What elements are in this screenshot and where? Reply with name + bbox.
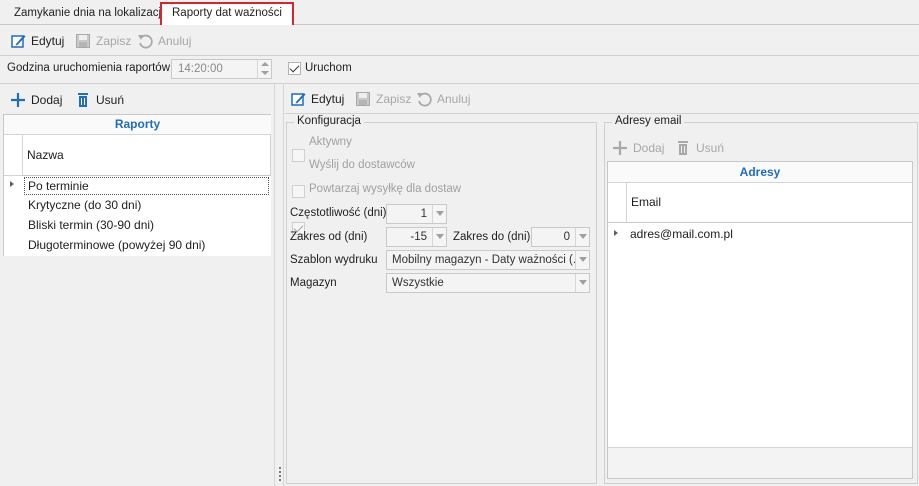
trash-icon	[675, 140, 691, 156]
warehouse-select[interactable]: Wszystkie	[386, 273, 590, 293]
active-label: Aktywny	[309, 136, 352, 148]
template-select[interactable]: Mobilny magazyn - Daty ważności (...	[386, 250, 590, 270]
report-name: Krytyczne (do 30 dni)	[28, 198, 142, 212]
undo-icon	[416, 91, 432, 107]
plus-icon	[612, 140, 628, 156]
report-name: Bliski termin (30-90 dni)	[28, 218, 155, 232]
range-from-value: -15	[410, 231, 427, 243]
frequency-value: 1	[420, 208, 427, 220]
panel-splitter[interactable]	[274, 84, 284, 486]
addresses-grid-title: Adresy	[608, 162, 912, 183]
tab-expiry-reports[interactable]: Raporty dat ważności	[160, 2, 294, 25]
add-email-button[interactable]: Dodaj	[612, 138, 664, 158]
range-to-value: 0	[563, 231, 570, 243]
reports-list: Po terminie Krytyczne (do 30 dni) Bliski…	[3, 176, 271, 256]
edit-button[interactable]: Edytuj	[10, 31, 64, 51]
schedule-time-value: 14:20:00	[178, 63, 223, 75]
add-report-button[interactable]: Dodaj	[10, 90, 62, 110]
edit-config-button[interactable]: Edytuj	[290, 89, 344, 109]
report-name: Po terminie	[24, 177, 269, 195]
save-icon	[75, 33, 91, 49]
range-from-input[interactable]: -15	[386, 227, 447, 247]
template-value: Mobilny magazyn - Daty ważności (...	[392, 254, 583, 266]
cancel-button[interactable]: Anuluj	[137, 31, 191, 51]
tab-day-closing[interactable]: Zamykanie dnia na lokalizacji	[4, 2, 174, 25]
splitter-grip-icon	[279, 467, 281, 481]
email-column-header[interactable]: Email	[627, 183, 912, 223]
table-row[interactable]: Krytyczne (do 30 dni)	[3, 196, 271, 216]
cancel-config-button[interactable]: Anuluj	[416, 89, 470, 109]
remove-report-button[interactable]: Usuń	[75, 90, 124, 110]
save-button[interactable]: Zapisz	[75, 31, 131, 51]
warehouse-label: Magazyn	[290, 277, 337, 289]
edit-label: Edytuj	[311, 92, 345, 106]
undo-icon	[137, 33, 153, 49]
row-indicator-header	[608, 183, 627, 223]
active-checkbox[interactable]	[292, 149, 305, 162]
edit-icon	[290, 91, 306, 107]
cancel-label: Anuluj	[437, 92, 471, 106]
table-row[interactable]: Długoterminowe (powyżej 90 dni)	[3, 236, 271, 256]
range-to-input[interactable]: 0	[531, 227, 590, 247]
frequency-label: Częstotliwość (dni)	[290, 207, 387, 219]
addresses-grid: Adresy Email adres@mail.com.pl	[607, 161, 913, 479]
warehouse-value: Wszystkie	[392, 277, 444, 289]
chevron-down-icon[interactable]	[575, 228, 589, 246]
chevron-down-icon[interactable]	[575, 274, 589, 292]
divider	[0, 55, 919, 56]
edit-icon	[10, 33, 26, 49]
table-row[interactable]: Bliski termin (30-90 dni)	[3, 216, 271, 236]
add-label: Dodaj	[31, 93, 63, 107]
template-label: Szablon wydruku	[290, 254, 378, 266]
table-row[interactable]: adres@mail.com.pl	[608, 225, 912, 245]
save-label: Zapisz	[96, 34, 132, 48]
grid-footer	[608, 447, 912, 478]
row-pointer-icon	[608, 225, 627, 245]
add-label: Dodaj	[633, 141, 665, 155]
report-name: Długoterminowe (powyżej 90 dni)	[28, 238, 206, 252]
name-column-header[interactable]: Nazwa	[23, 135, 271, 176]
email-addresses-title: Adresy email	[612, 115, 685, 127]
edit-label: Edytuj	[31, 34, 65, 48]
range-from-label: Zakres od (dni)	[290, 231, 368, 243]
plus-icon	[10, 92, 26, 108]
chevron-down-icon[interactable]	[432, 205, 446, 223]
save-config-button[interactable]: Zapisz	[355, 89, 411, 109]
send-suppliers-label: Wyślij do dostawców	[309, 159, 415, 171]
table-row[interactable]: Po terminie	[3, 176, 271, 196]
row-indicator-header	[4, 135, 23, 176]
time-spinner-icon[interactable]	[257, 60, 271, 78]
remove-label: Usuń	[96, 93, 125, 107]
divider	[285, 113, 919, 114]
row-pointer-icon	[4, 176, 23, 196]
schedule-time-input[interactable]: 14:20:00	[171, 59, 272, 79]
repeat-send-label: Powtarzaj wysyłkę dla dostaw	[309, 183, 462, 195]
remove-label: Usuń	[696, 141, 725, 155]
chevron-down-icon[interactable]	[575, 251, 589, 269]
schedule-time-label: Godzina uruchomienia raportów	[7, 62, 171, 74]
cancel-label: Anuluj	[158, 34, 192, 48]
frequency-input[interactable]: 1	[386, 204, 447, 224]
send-suppliers-checkbox[interactable]	[292, 185, 305, 198]
range-to-label: Zakres do (dni)	[453, 231, 531, 243]
run-label: Uruchom	[305, 62, 352, 74]
configuration-title: Konfiguracja	[294, 115, 364, 127]
configuration-group	[286, 122, 597, 484]
trash-icon	[75, 92, 91, 108]
chevron-down-icon[interactable]	[432, 228, 446, 246]
remove-email-button[interactable]: Usuń	[675, 138, 724, 158]
save-icon	[355, 91, 371, 107]
tab-bar: Zamykanie dnia na lokalizacji Raporty da…	[0, 0, 919, 25]
reports-grid-title: Raporty	[4, 115, 271, 135]
save-label: Zapisz	[376, 92, 412, 106]
email-address: adres@mail.com.pl	[630, 227, 733, 241]
run-checkbox[interactable]	[288, 62, 301, 75]
